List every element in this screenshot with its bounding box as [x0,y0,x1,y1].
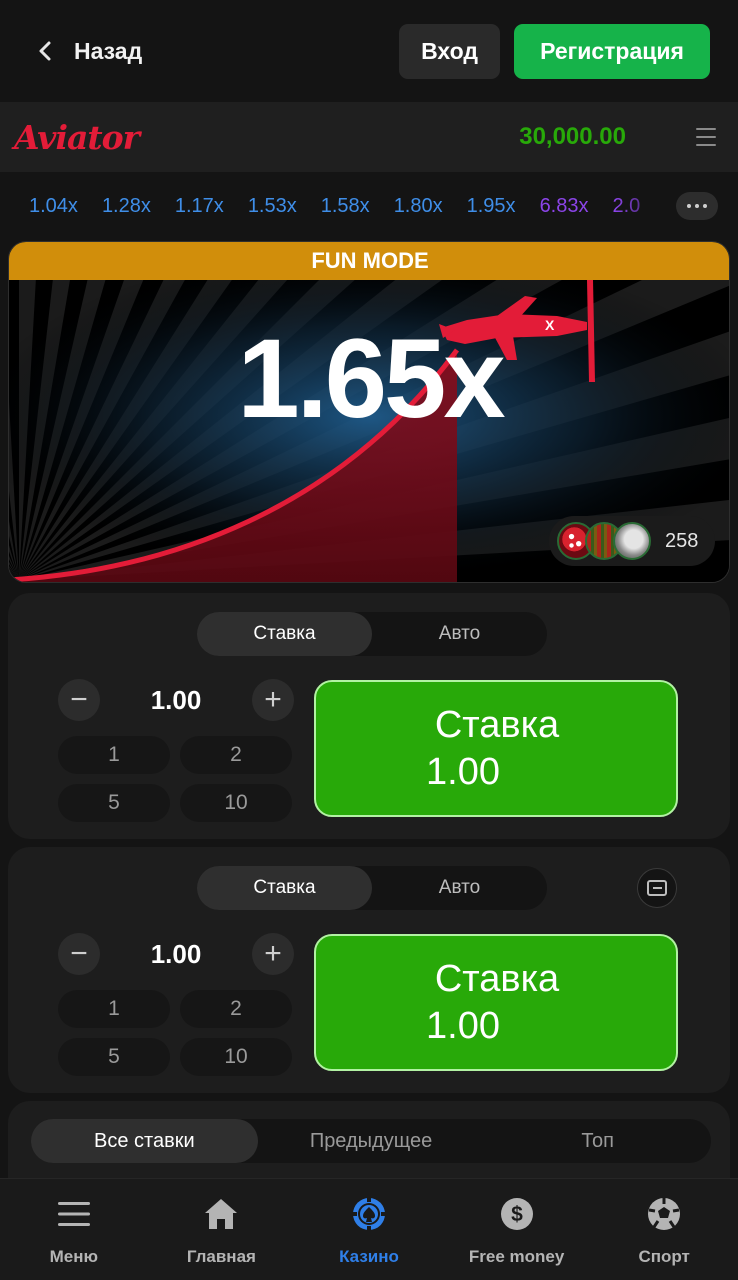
decrease-button[interactable]: − [58,933,100,975]
nav-item-free-money[interactable]: $ Free money [443,1179,591,1280]
quick-amount-button[interactable]: 1 [58,736,170,774]
tab-auto[interactable]: Авто [372,612,547,656]
tab-all-bets[interactable]: Все ставки [31,1119,258,1163]
history-multiplier[interactable]: 1.95x [467,195,516,218]
increase-button[interactable]: + [252,933,294,975]
aviator-logo: Aviator [14,117,140,157]
bottom-nav: Меню Главная Казино $ Free money Спорт [0,1178,738,1280]
bet-button-label: Ставка [434,703,560,746]
avatar [613,522,651,560]
increase-button[interactable]: + [252,679,294,721]
game-header: Aviator 30,000.00 [0,102,738,172]
amount-stepper: − 1.00 + [58,929,294,979]
history-multiplier[interactable]: 1.80x [394,195,443,218]
nav-item-menu[interactable]: Меню [0,1179,148,1280]
bet-panel-1: Ставка Авто − 1.00 + 1 2 5 10 Ставка 1.0… [8,593,730,839]
quick-amount-button[interactable]: 2 [180,736,292,774]
register-button[interactable]: Регистрация [514,23,710,79]
casino-chip-icon [350,1195,388,1233]
svg-text:$: $ [511,1203,523,1226]
back-button[interactable]: Назад [34,38,142,65]
place-bet-button[interactable]: Ставка 1.00 [314,680,678,817]
bet-panel-2: Ставка Авто − 1.00 + 1 2 5 10 Ставка 1.0… [8,847,730,1093]
history-multiplier[interactable]: 1.04x [29,195,78,218]
quick-amount-button[interactable]: 1 [58,990,170,1028]
bets-list-tabs: Все ставки Предыдущее Топ [31,1119,711,1163]
history-fade [616,172,676,240]
fun-mode-banner: FUN MODE [9,242,729,280]
tab-top[interactable]: Топ [484,1119,711,1163]
top-bar: Назад Вход Регистрация [0,0,738,102]
remove-panel-button[interactable] [637,868,677,908]
quick-amount-button[interactable]: 10 [180,1038,292,1076]
history-multiplier[interactable]: 1.53x [248,195,297,218]
nav-item-sport[interactable]: Спорт [590,1179,738,1280]
dollar-coin-icon: $ [498,1195,536,1233]
login-button[interactable]: Вход [399,23,500,79]
more-history-button[interactable] [676,192,718,220]
bet-button-amount: 1.00 [426,750,500,793]
tab-bet[interactable]: Ставка [197,866,372,910]
history-multiplier[interactable]: 6.83x [540,195,589,218]
nav-item-casino[interactable]: Казино [295,1179,443,1280]
nav-label: Казино [339,1247,399,1266]
multiplier-history: 1.04x 1.28x 1.17x 1.53x 1.58x 1.80x 1.95x 6.83x… [0,172,738,240]
auth-actions: Вход Регистрация [399,23,710,79]
chevron-left-icon [39,41,51,61]
game-area: FUN MODE X 1.65x 258 [8,241,730,583]
nav-item-home[interactable]: Главная [148,1179,296,1280]
bets-list-panel: Все ставки Предыдущее Топ [8,1101,730,1181]
bet-button-amount: 1.00 [426,1004,500,1047]
nav-label: Меню [49,1247,98,1266]
hamburger-menu-icon[interactable] [696,128,716,146]
menu-icon [55,1195,93,1233]
history-multiplier[interactable]: 1.28x [102,195,151,218]
back-label: Назад [74,37,143,64]
quick-amount-button[interactable]: 2 [180,990,292,1028]
nav-label: Free money [468,1247,565,1266]
amount-value[interactable]: 1.00 [100,939,252,970]
place-bet-button[interactable]: Ставка 1.00 [314,934,678,1071]
players-count: 258 [665,529,699,552]
nav-label: Спорт [638,1247,690,1266]
tab-previous[interactable]: Предыдущее [258,1119,485,1163]
current-multiplier: 1.65x [237,316,505,441]
minus-box-icon [647,880,667,896]
bet-button-label: Ставка [434,957,560,1000]
quick-amount-button[interactable]: 5 [58,1038,170,1076]
nav-label: Главная [186,1247,256,1266]
tab-bet[interactable]: Ставка [197,612,372,656]
aviator-page: Назад Вход Регистрация Aviator 30,000.00… [0,0,738,1280]
amount-stepper: − 1.00 + [58,675,294,725]
history-multiplier[interactable]: 1.58x [321,195,370,218]
quick-amount-button[interactable]: 5 [58,784,170,822]
players-counter: 258 [549,516,715,566]
home-icon [202,1195,240,1233]
tab-auto[interactable]: Авто [372,866,547,910]
quick-amount-button[interactable]: 10 [180,784,292,822]
bet-mode-tabs: Ставка Авто [197,866,547,910]
decrease-button[interactable]: − [58,679,100,721]
amount-value[interactable]: 1.00 [100,685,252,716]
soccer-ball-icon [645,1195,683,1233]
balance: 30,000.00 [519,123,626,150]
bet-mode-tabs: Ставка Авто [197,612,547,656]
history-multiplier[interactable]: 1.17x [175,195,224,218]
